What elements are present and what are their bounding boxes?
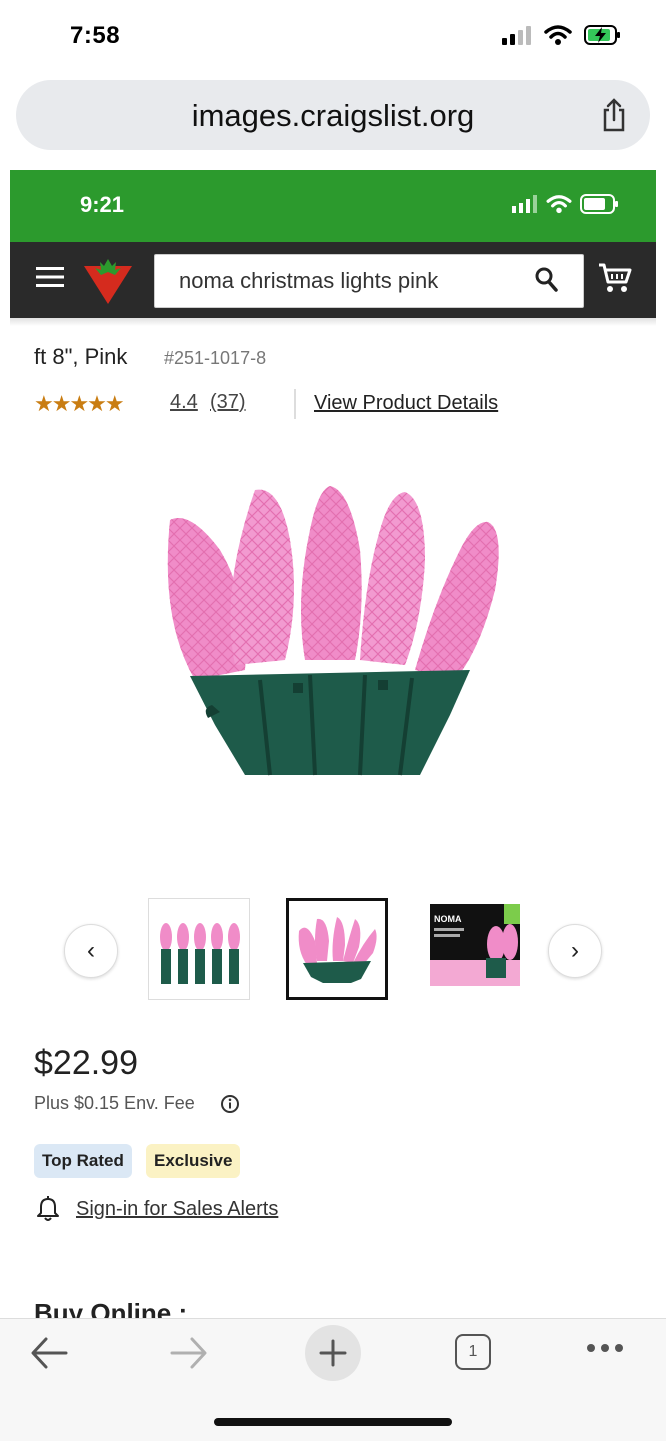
thumbnail-image: [160, 923, 240, 984]
url-text[interactable]: images.craigslist.org: [16, 98, 650, 134]
view-product-details-link[interactable]: View Product Details: [314, 392, 498, 415]
sales-alert-link[interactable]: Sign-in for Sales Alerts: [76, 1198, 278, 1221]
search-icon[interactable]: [535, 267, 559, 293]
carousel-prev-button[interactable]: ‹: [64, 924, 118, 978]
wifi-icon: [544, 25, 572, 45]
thumbnail-3[interactable]: NOMA: [424, 898, 526, 1000]
thumbnail-2-selected[interactable]: [286, 898, 388, 1000]
review-count-link[interactable]: (37): [210, 391, 246, 414]
header-shadow: [10, 318, 656, 326]
product-title: ft 8", Pink: [34, 344, 128, 369]
bell-icon[interactable]: [36, 1196, 60, 1222]
new-tab-button[interactable]: [305, 1325, 361, 1381]
search-box[interactable]: noma christmas lights pink: [154, 254, 584, 308]
forward-arrow-icon[interactable]: [170, 1335, 208, 1371]
search-input[interactable]: noma christmas lights pink: [179, 268, 438, 294]
rating-stars[interactable]: ★★★★★: [34, 391, 125, 417]
product-price: $22.99: [34, 1044, 138, 1082]
hamburger-icon[interactable]: [36, 266, 64, 288]
cart-icon[interactable]: [598, 262, 632, 294]
embedded-status-icons: [512, 194, 620, 214]
url-bar[interactable]: images.craigslist.org: [16, 80, 650, 150]
rating-value[interactable]: 4.4: [170, 391, 198, 414]
carousel-next-button[interactable]: ›: [548, 924, 602, 978]
more-icon[interactable]: [586, 1343, 624, 1353]
plus-icon: [319, 1339, 347, 1367]
divider: [294, 389, 296, 419]
product-image: [167, 486, 499, 776]
back-arrow-icon[interactable]: [30, 1335, 68, 1371]
badge-top-rated: Top Rated: [34, 1144, 132, 1178]
embedded-status-time: 9:21: [80, 192, 125, 217]
signal-icon: [512, 195, 537, 213]
thumbnail-image: NOMA: [424, 898, 520, 998]
wifi-icon: [546, 195, 572, 214]
canadian-tire-logo[interactable]: [82, 256, 134, 306]
badge-exclusive: Exclusive: [146, 1144, 241, 1178]
env-fee: Plus $0.15 Env. Fee: [34, 1093, 195, 1113]
battery-charging-icon: [584, 25, 620, 45]
home-indicator: [214, 1418, 452, 1426]
tabs-icon[interactable]: 1: [455, 1334, 491, 1370]
status-time: 7:58: [70, 22, 121, 49]
product-sku: #251-1017-8: [164, 348, 267, 368]
battery-icon: [580, 194, 618, 214]
thumbnail-1[interactable]: [148, 898, 250, 1000]
svg-text:NOMA: NOMA: [434, 914, 462, 924]
share-icon[interactable]: [600, 98, 628, 132]
thumbnail-image: [298, 917, 377, 983]
signal-icon: [502, 26, 531, 45]
info-icon[interactable]: [220, 1094, 240, 1114]
status-icons: [502, 24, 622, 46]
